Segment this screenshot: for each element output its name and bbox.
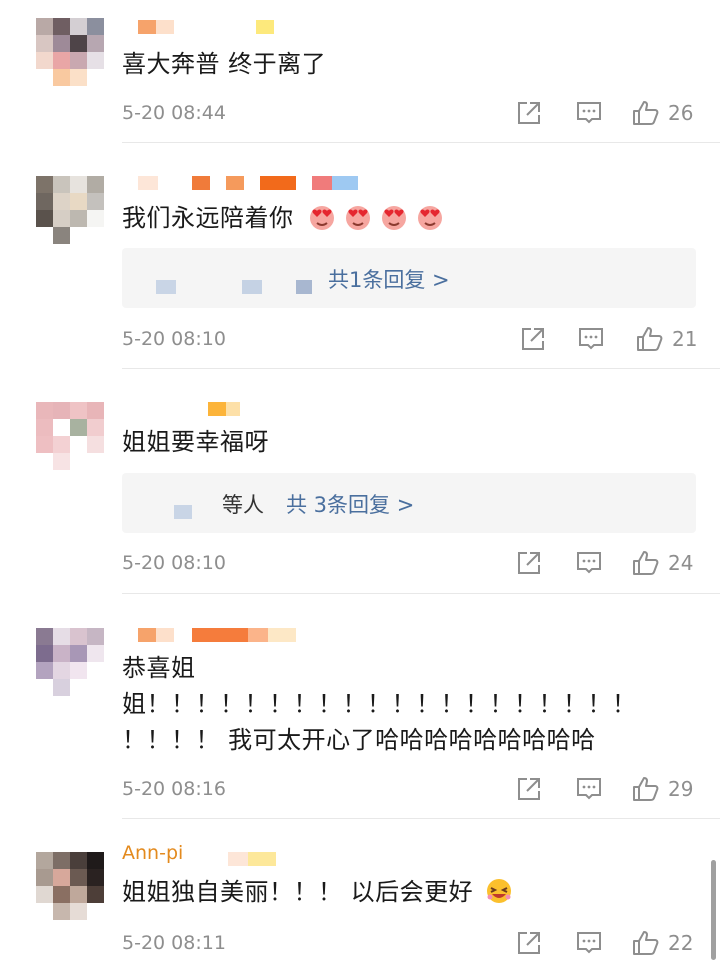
reply-avatar-blur xyxy=(156,280,176,294)
reply-avatar-blur xyxy=(174,505,192,519)
thumbs-up-icon xyxy=(637,327,663,351)
share-button[interactable] xyxy=(516,774,542,804)
username-blurred[interactable] xyxy=(228,852,276,866)
username-blurred[interactable] xyxy=(138,628,296,642)
share-button[interactable] xyxy=(516,548,542,578)
comment-text-line: 姐！！！！！！！！！！！！！！！！！！！！ xyxy=(122,690,637,718)
comment-time: 5-20 08:10 xyxy=(122,328,226,350)
thumbs-up-icon xyxy=(633,551,659,575)
comment-button[interactable] xyxy=(576,98,602,128)
share-icon xyxy=(518,552,540,574)
share-icon xyxy=(518,932,540,954)
laughing-emoji xyxy=(487,879,512,903)
avatar[interactable] xyxy=(36,18,104,86)
heart-eyes-emoji xyxy=(309,206,334,230)
comment-button[interactable] xyxy=(578,324,604,354)
comment-icon xyxy=(577,932,601,954)
like-count: 26 xyxy=(668,101,694,125)
like-button[interactable]: 26 xyxy=(632,98,693,128)
comment-button[interactable] xyxy=(576,774,602,804)
avatar[interactable] xyxy=(36,628,104,696)
comment-text-line: 恭喜姐 xyxy=(122,654,196,682)
heart-eyes-emoji xyxy=(345,206,370,230)
comment-text: 恭喜姐 姐！！！！！！！！！！！！！！！！！！！！ ！！！！ 我可太开心了哈哈哈… xyxy=(122,650,637,758)
comment-text: 姐姐独自美丽！！！ 以后会更好 xyxy=(122,874,521,910)
comment-footer: 5-20 08:10 24 xyxy=(122,548,698,578)
comment-time: 5-20 08:10 xyxy=(122,552,226,574)
share-button[interactable] xyxy=(516,98,542,128)
comment-text-line: ！！！！ 我可太开心了哈哈哈哈哈哈哈哈哈 xyxy=(122,726,596,754)
divider xyxy=(122,593,720,594)
like-count: 24 xyxy=(668,551,694,575)
comment-text-body: 我们永远陪着你 xyxy=(122,204,294,232)
share-icon xyxy=(518,778,540,800)
comment-text-body: 姐姐独自美丽！！！ 以后会更好 xyxy=(122,878,474,906)
like-button[interactable]: 21 xyxy=(636,324,697,354)
username-blurred[interactable] xyxy=(138,20,274,34)
comment-time: 5-20 08:11 xyxy=(122,932,226,954)
comment-time: 5-20 08:44 xyxy=(122,102,226,124)
reply-box[interactable]: 等人 共 3条回复 > xyxy=(122,473,696,533)
reply-prefix: 等人 xyxy=(222,493,264,517)
like-count: 21 xyxy=(672,327,698,351)
scrollbar[interactable] xyxy=(711,860,716,960)
reply-box[interactable]: 共1条回复 > xyxy=(122,248,696,308)
comment-text: 姐姐要幸福呀 xyxy=(122,428,269,456)
comment-time: 5-20 08:16 xyxy=(122,778,226,800)
comment-button[interactable] xyxy=(576,928,602,958)
comment-icon xyxy=(577,778,601,800)
like-count: 22 xyxy=(668,931,694,955)
comment-icon xyxy=(577,552,601,574)
avatar[interactable] xyxy=(36,402,104,470)
divider xyxy=(122,142,720,143)
reply-summary-link[interactable]: 共1条回复 > xyxy=(328,264,450,294)
comment-text: 喜大奔普 终于离了 xyxy=(122,50,327,78)
comment-icon xyxy=(579,328,603,350)
comment-button[interactable] xyxy=(576,548,602,578)
thumbs-up-icon xyxy=(633,101,659,125)
like-button[interactable]: 29 xyxy=(632,774,693,804)
like-count: 29 xyxy=(668,777,694,801)
comment-footer: 5-20 08:16 29 xyxy=(122,774,698,804)
comment-text: 我们永远陪着你 xyxy=(122,200,452,236)
comment-footer: 5-20 08:10 21 xyxy=(122,324,698,354)
reply-avatar-blur xyxy=(242,280,262,294)
username-blurred[interactable] xyxy=(208,402,240,416)
heart-eyes-emoji xyxy=(417,206,442,230)
share-button[interactable] xyxy=(516,928,542,958)
comment-icon xyxy=(577,102,601,124)
reply-summary-link[interactable]: 共 3条回复 > xyxy=(286,489,414,519)
share-icon xyxy=(518,102,540,124)
share-icon xyxy=(522,328,544,350)
heart-eyes-emoji xyxy=(381,206,406,230)
share-button[interactable] xyxy=(520,324,546,354)
username[interactable]: Ann-pi xyxy=(122,842,183,864)
divider xyxy=(122,818,720,819)
divider xyxy=(122,368,720,369)
avatar[interactable] xyxy=(36,176,104,244)
avatar[interactable] xyxy=(36,852,104,920)
thumbs-up-icon xyxy=(633,777,659,801)
reply-avatar-blur xyxy=(296,280,312,294)
like-button[interactable]: 24 xyxy=(632,548,693,578)
heart-eyes-emoji-group xyxy=(308,204,452,232)
comment-footer: 5-20 08:44 26 xyxy=(122,98,698,128)
like-button[interactable]: 22 xyxy=(632,928,693,958)
thumbs-up-icon xyxy=(633,931,659,955)
comment-footer: 5-20 08:11 22 xyxy=(122,928,698,958)
username-blurred[interactable] xyxy=(138,176,358,190)
